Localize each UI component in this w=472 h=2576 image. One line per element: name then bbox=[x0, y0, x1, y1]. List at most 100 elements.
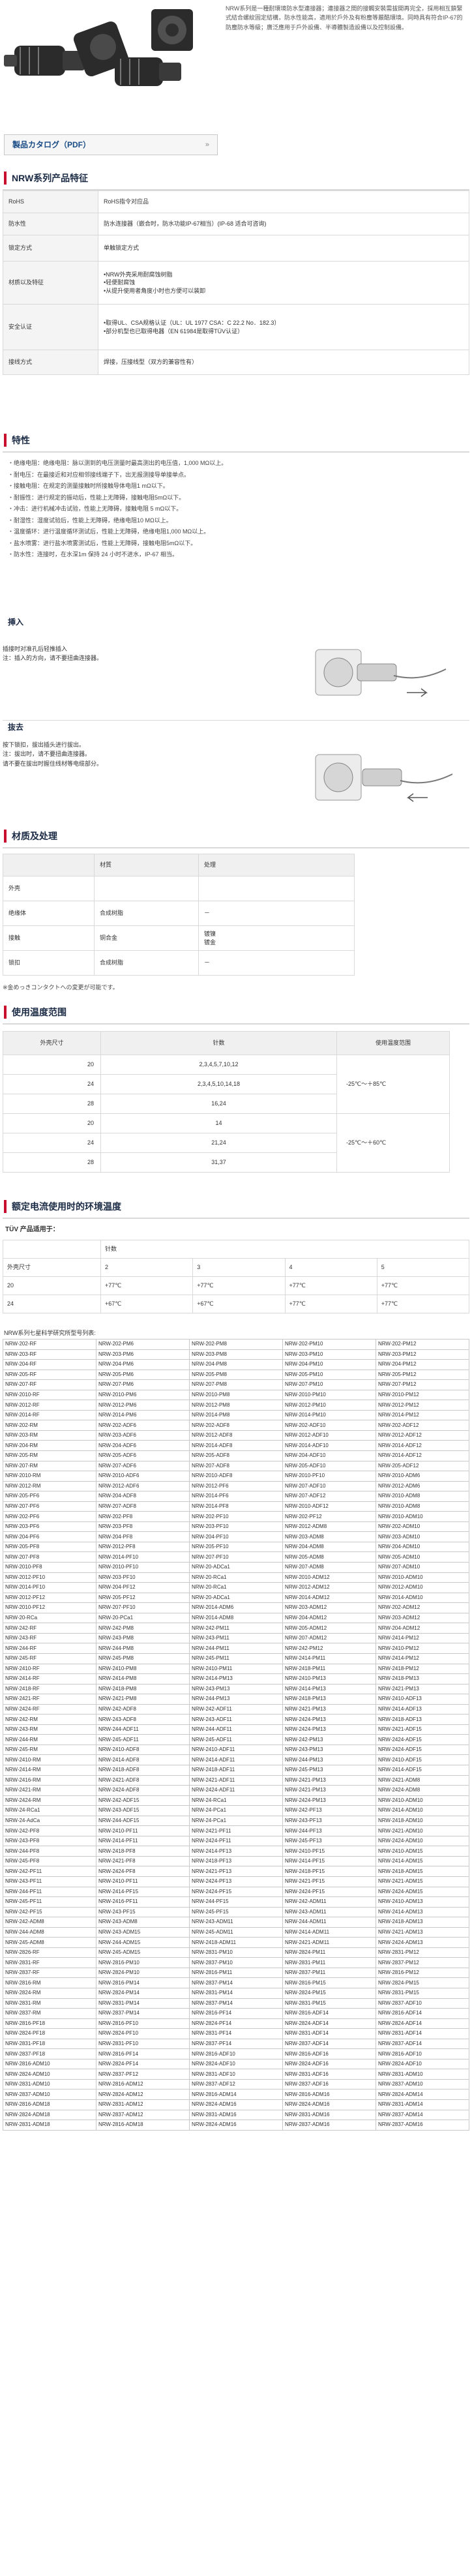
section-marker bbox=[4, 434, 7, 447]
model-row: NRW-204-RM NRW-204-ADF6 NRW-2014-ADF8 NRW-2… bbox=[3, 1440, 469, 1452]
current-cell bbox=[3, 1239, 101, 1259]
model-cell: NRW-2421-ADF15 bbox=[376, 1724, 469, 1735]
model-cell: NRW-2816-ADM12 bbox=[96, 2078, 190, 2090]
current-cell: +67℃ bbox=[100, 1294, 194, 1313]
model-row: NRW-2414-RM NRW-2418-ADF8 NRW-2418-ADF11 NR… bbox=[3, 1764, 469, 1776]
materials-header: 材質 bbox=[94, 854, 199, 876]
model-cell: NRW-2837-PM12 bbox=[376, 1957, 469, 1968]
model-cell: NRW-242-ADM11 bbox=[282, 1896, 376, 1908]
model-cell: NRW-2421-PF15 bbox=[282, 1876, 376, 1887]
model-cell: NRW-205-PM10 bbox=[282, 1369, 376, 1381]
model-cell: NRW-245-PM13 bbox=[282, 1764, 376, 1776]
model-row: NRW-207-RF NRW-207-PM6 NRW-207-PM8 NRW-207-… bbox=[3, 1379, 469, 1390]
current-row: 24 +67℃ +67℃ +77℃ +77℃ bbox=[3, 1294, 470, 1313]
current-cell: +77℃ bbox=[192, 1276, 286, 1295]
model-cell: NRW-24-PCa1 bbox=[189, 1815, 283, 1827]
pin-count-cell: 21,24 bbox=[100, 1133, 337, 1153]
model-cell: NRW-2831-PM15 bbox=[376, 1988, 469, 1999]
model-cell: NRW-2837-ADF14 bbox=[376, 2038, 469, 2050]
model-cell: NRW-2014-ADM8 bbox=[189, 1612, 283, 1624]
model-row: NRW-243-PF11 NRW-2410-PF11 NRW-2424-PF13 NR… bbox=[3, 1876, 469, 1887]
model-cell: NRW-207-ADF8 bbox=[189, 1460, 283, 1472]
model-cell: NRW-245-PF15 bbox=[189, 1906, 283, 1918]
model-cell: NRW-205-ADM12 bbox=[282, 1623, 376, 1634]
info-label: 接线方式 bbox=[3, 350, 98, 375]
model-cell: NRW-2837-PF14 bbox=[189, 2038, 283, 2050]
model-cell: NRW-2824-PM15 bbox=[282, 1988, 376, 1999]
model-cell: NRW-2012-RF bbox=[3, 1400, 96, 1411]
model-cell: NRW-2410-ADF8 bbox=[96, 1744, 190, 1756]
catalog-pdf-button[interactable]: 製品カタログ（PDF） » bbox=[4, 134, 218, 155]
current-pin-label: 针数 bbox=[100, 1239, 469, 1259]
model-row: NRW-2831-RF NRW-2816-PM10 NRW-2837-PM10 NRW… bbox=[3, 1957, 469, 1968]
model-cell: NRW-2831-PF14 bbox=[189, 2028, 283, 2039]
model-cell: NRW-242-ADF15 bbox=[96, 1795, 190, 1806]
current-cell: +77℃ bbox=[284, 1276, 377, 1295]
section-marker bbox=[4, 1200, 7, 1213]
model-row: NRW-2824-RM NRW-2824-PM14 NRW-2831-PM14 NRW… bbox=[3, 1988, 469, 1999]
model-cell: NRW-24-AdCa bbox=[3, 1815, 96, 1827]
model-row: NRW-202-RM NRW-202-ADF6 NRW-202-ADF8 NRW-20… bbox=[3, 1420, 469, 1431]
model-cell: NRW-202-RM bbox=[3, 1420, 96, 1431]
model-cell: NRW-202-ADF6 bbox=[96, 1420, 190, 1431]
model-row: NRW-2014-RF NRW-2014-PM6 NRW-2014-PM8 NRW-2… bbox=[3, 1409, 469, 1421]
model-cell: NRW-2414-PF15 bbox=[96, 1886, 190, 1898]
materials-row: 绝缘体 合成树脂－ bbox=[3, 901, 355, 926]
model-cell: NRW-2010-PM8 bbox=[189, 1389, 283, 1401]
model-cell: NRW-2816-PM12 bbox=[376, 1967, 469, 1979]
model-row: NRW-2424-RM NRW-242-ADF15 NRW-24-RCa1 NRW-2… bbox=[3, 1795, 469, 1806]
model-cell: NRW-2824-PM10 bbox=[96, 1967, 190, 1979]
model-cell: NRW-2010-ADM8 bbox=[376, 1501, 469, 1512]
model-cell: NRW-244-ADF15 bbox=[96, 1815, 190, 1827]
model-cell: NRW-2010-RF bbox=[3, 1389, 96, 1401]
model-cell: NRW-2414-ADM10 bbox=[376, 1805, 469, 1816]
current-cell: +77℃ bbox=[100, 1276, 194, 1295]
model-cell: NRW-242-PF13 bbox=[282, 1805, 376, 1816]
model-cell: NRW-2014-PF6 bbox=[189, 1491, 283, 1502]
model-row: NRW-2012-PF12 NRW-205-PF12 NRW-20-ADCa1 NRW… bbox=[3, 1592, 469, 1604]
model-cell: NRW-205-PM8 bbox=[189, 1369, 283, 1381]
model-cell: NRW-2831-ADF10 bbox=[189, 2069, 283, 2080]
model-row: NRW-245-ADM8 NRW-244-ADM15 NRW-2418-ADM11 N… bbox=[3, 1937, 469, 1948]
model-cell: NRW-2014-PF10 bbox=[96, 1551, 190, 1563]
model-cell: NRW-2831-PM15 bbox=[282, 1998, 376, 2009]
model-cell: NRW-202-PF6 bbox=[3, 1511, 96, 1522]
model-cell: NRW-2824-ADM12 bbox=[96, 2089, 190, 2101]
model-cell: NRW-207-ADF12 bbox=[282, 1491, 376, 1502]
model-cell: NRW-2410-ADM15 bbox=[376, 1846, 469, 1857]
model-cell: NRW-202-PM8 bbox=[189, 1339, 283, 1350]
current-row: 20 +77℃ +77℃ +77℃ +77℃ bbox=[3, 1276, 470, 1295]
current-header-cell: 外壳尺寸 bbox=[3, 1257, 101, 1277]
shell-size-cell: 20 bbox=[3, 1055, 101, 1075]
model-cell: NRW-207-PF6 bbox=[3, 1501, 96, 1512]
model-row: NRW-2831-ADM10 NRW-2816-ADM12 NRW-2837-ADF… bbox=[3, 2078, 469, 2090]
model-cell: NRW-245-PF8 bbox=[3, 1855, 96, 1867]
remove-section: 抜去 按下锁扣，拔出插头进行拔出。 注：拔出时，请不要扭曲连接器。 请不要在拔出… bbox=[3, 721, 469, 825]
temperature-range-cell: -25℃～＋85℃ bbox=[336, 1055, 450, 1114]
model-cell: NRW-2014-ADM6 bbox=[189, 1602, 283, 1613]
model-cell: NRW-243-ADM15 bbox=[96, 1926, 190, 1938]
model-cell: NRW-203-PF10 bbox=[189, 1521, 283, 1533]
model-cell: NRW-204-RM bbox=[3, 1440, 96, 1452]
model-row: NRW-20-RCa NRW-20-PCa1 NRW-2014-ADM8 NRW-20… bbox=[3, 1612, 469, 1624]
model-cell: NRW-244-ADF11 bbox=[189, 1724, 283, 1735]
model-cell: NRW-2010-ADM6 bbox=[376, 1471, 469, 1482]
model-cell: NRW-2824-PF14 bbox=[96, 2058, 190, 2070]
model-cell: NRW-2410-RM bbox=[3, 1754, 96, 1765]
model-cell: NRW-2414-PF15 bbox=[282, 1855, 376, 1867]
model-cell: NRW-2010-PF10 bbox=[282, 1471, 376, 1482]
model-row: NRW-245-RM NRW-2410-ADF8 NRW-2410-ADF11 NRW… bbox=[3, 1744, 469, 1756]
model-row: NRW-2010-RF NRW-2010-PM6 NRW-2010-PM8 NRW-2… bbox=[3, 1389, 469, 1401]
model-cell: NRW-2424-RM bbox=[3, 1795, 96, 1806]
model-cell: NRW-242-PM8 bbox=[96, 1623, 190, 1634]
materials-cell: － bbox=[198, 901, 355, 926]
materials-cell: 接触 bbox=[3, 925, 95, 951]
info-value: 单触锁定方式 bbox=[98, 235, 469, 262]
model-cell: NRW-207-RM bbox=[3, 1460, 96, 1472]
model-row: NRW-204-RF NRW-204-PM6 NRW-204-PM8 NRW-204-… bbox=[3, 1359, 469, 1370]
temperature-header: 外壳尺寸 bbox=[3, 1031, 101, 1055]
model-cell: NRW-204-PM8 bbox=[189, 1359, 283, 1370]
model-cell: NRW-202-ADM12 bbox=[376, 1602, 469, 1613]
model-cell: NRW-205-PM6 bbox=[96, 1369, 190, 1381]
model-cell: NRW-243-RM bbox=[3, 1724, 96, 1735]
